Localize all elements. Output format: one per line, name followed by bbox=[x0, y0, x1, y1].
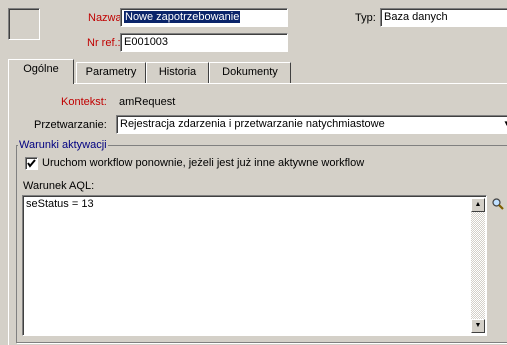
ref-label: Nr ref.: bbox=[87, 37, 121, 49]
processing-label: Przetwarzanie: bbox=[34, 119, 107, 131]
name-value: Nowe zapotrzebowanie bbox=[124, 11, 241, 23]
scroll-down-button[interactable]: ▼ bbox=[471, 319, 485, 333]
tab-documents-label: Dokumenty bbox=[222, 66, 278, 78]
processing-value: Rejestracja zdarzenia i przetwarzanie na… bbox=[120, 118, 385, 130]
tab-panel-top-edge bbox=[8, 83, 507, 84]
tab-parameters[interactable]: Parametry bbox=[76, 62, 146, 83]
tab-general-label: Ogólne bbox=[23, 63, 59, 75]
search-icon-button[interactable] bbox=[491, 197, 507, 213]
tab-panel-left-edge bbox=[8, 83, 9, 345]
scroll-up-button[interactable]: ▲ bbox=[471, 198, 485, 212]
tab-documents[interactable]: Dokumenty bbox=[209, 62, 291, 83]
ref-field[interactable]: E001003 bbox=[120, 33, 288, 52]
scrollbar-track[interactable] bbox=[471, 212, 485, 319]
type-value: Baza danych bbox=[384, 11, 448, 23]
restart-workflow-checkbox[interactable] bbox=[25, 157, 38, 170]
tab-history[interactable]: Historia bbox=[146, 62, 209, 83]
activation-group-title: Warunki aktywacji bbox=[18, 139, 108, 151]
processing-select[interactable]: Rejestracja zdarzenia i przetwarzanie na… bbox=[116, 115, 507, 134]
tab-parameters-label: Parametry bbox=[85, 66, 137, 78]
aql-value: seStatus = 13 bbox=[26, 198, 94, 210]
tab-general[interactable]: Ogólne bbox=[8, 59, 74, 84]
aql-label: Warunek AQL: bbox=[23, 180, 95, 192]
record-icon-box bbox=[8, 8, 40, 40]
restart-workflow-label: Uruchom workflow ponownie, jeżeli jest j… bbox=[42, 157, 365, 169]
context-value: amRequest bbox=[119, 96, 176, 108]
type-field[interactable]: Baza danych bbox=[380, 8, 507, 27]
search-icon bbox=[492, 198, 504, 210]
tab-history-label: Historia bbox=[158, 66, 197, 78]
type-label: Typ: bbox=[355, 12, 376, 24]
ref-value: E001003 bbox=[124, 36, 169, 48]
aql-condition-textarea[interactable]: seStatus = 13 ▲ ▼ bbox=[22, 195, 487, 336]
checkmark-icon bbox=[27, 159, 36, 168]
context-label: Kontekst: bbox=[61, 96, 107, 108]
name-field[interactable]: Nowe zapotrzebowanie bbox=[120, 8, 288, 27]
